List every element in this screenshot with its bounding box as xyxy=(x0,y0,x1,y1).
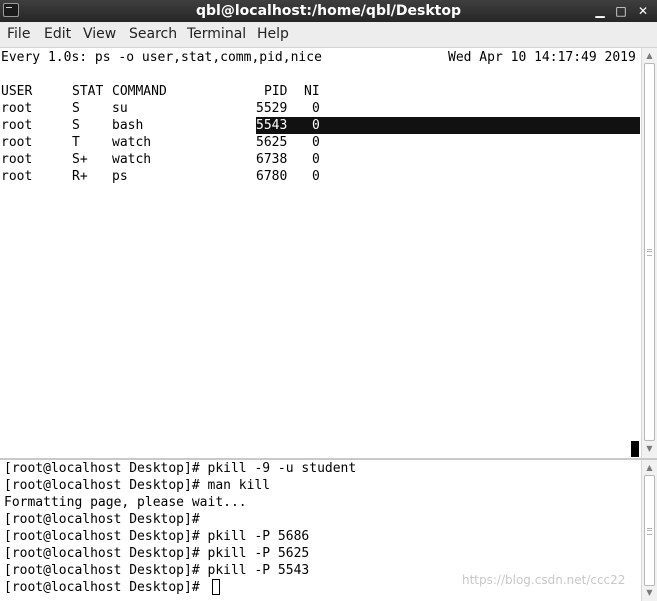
process-user: root xyxy=(1,101,33,116)
process-command: ps xyxy=(112,169,128,184)
scroll-down-arrow-icon[interactable]: ▼ xyxy=(644,587,655,599)
terminal-cursor xyxy=(631,441,639,457)
terminal-line: [root@localhost Desktop]# man kill xyxy=(4,478,271,493)
window-title: qbl@localhost:/home/qbl/Desktop xyxy=(196,3,461,19)
terminal-line: [root@localhost Desktop]# pkill -P 5543 xyxy=(4,563,310,578)
process-stat: T xyxy=(72,135,80,150)
menu-help[interactable]: Help xyxy=(257,26,289,43)
process-ni: 0 xyxy=(312,135,320,150)
terminal-line: [root@localhost Desktop]# pkill -9 -u st… xyxy=(4,461,357,476)
process-user: root xyxy=(1,169,33,184)
grip-icon xyxy=(647,527,652,535)
menu-terminal[interactable]: Terminal xyxy=(187,26,246,43)
terminal-cursor xyxy=(212,579,220,595)
column-header-ni: NI xyxy=(304,84,320,99)
watch-header: Every 1.0s: ps -o user,stat,comm,pid,nic… xyxy=(1,50,322,65)
scrollbar-thumb[interactable] xyxy=(644,63,655,441)
process-ni: 0 xyxy=(312,101,320,116)
scrollbar-thumb[interactable] xyxy=(644,475,655,586)
close-button[interactable]: ✕ xyxy=(634,2,652,20)
process-ni: 0 xyxy=(312,118,320,133)
terminal-line: [root@localhost Desktop]# xyxy=(4,512,200,527)
watch-timestamp: Wed Apr 10 14:17:49 2019 xyxy=(448,50,636,65)
menu-search[interactable]: Search xyxy=(129,26,177,43)
process-stat: S xyxy=(72,118,80,133)
process-user: root xyxy=(1,118,33,133)
terminal-line: Formatting page, please wait... xyxy=(4,495,247,510)
menu-view[interactable]: View xyxy=(83,26,116,43)
terminal-window: qbl@localhost:/home/qbl/Desktop ▁ □ ✕ Fi… xyxy=(0,0,657,601)
process-pid: 6780 xyxy=(256,169,288,184)
menu-file[interactable]: File xyxy=(7,26,30,43)
scroll-up-arrow-icon[interactable]: ▲ xyxy=(644,462,655,474)
process-stat: S+ xyxy=(72,152,88,167)
process-pid: 5529 xyxy=(256,101,288,116)
process-pid: 5543 xyxy=(256,118,288,133)
process-user: root xyxy=(1,152,33,167)
bottom-vertical-scrollbar[interactable]: ▲ ▼ xyxy=(641,460,657,601)
process-ni: 0 xyxy=(312,169,320,184)
menu-bar: File Edit View Search Terminal Help xyxy=(0,22,657,48)
menu-edit[interactable]: Edit xyxy=(44,26,71,43)
process-stat: S xyxy=(72,101,80,116)
process-command: watch xyxy=(112,135,152,150)
process-pid: 5625 xyxy=(256,135,288,150)
selection-highlight: 5543 0 xyxy=(256,117,640,134)
process-command: bash xyxy=(112,118,144,133)
command-prompt[interactable]: [root@localhost Desktop]# xyxy=(4,579,208,596)
process-stat: R+ xyxy=(72,169,88,184)
watermark: https://blog.csdn.net/ccc22 xyxy=(462,573,626,587)
scroll-up-arrow-icon[interactable]: ▲ xyxy=(644,50,655,62)
process-pid: 6738 xyxy=(256,152,288,167)
column-header-user: USER xyxy=(1,84,33,99)
top-vertical-scrollbar[interactable]: ▲ ▼ xyxy=(641,48,657,458)
column-header-pid: PID xyxy=(264,84,288,99)
process-command: su xyxy=(112,101,128,116)
process-user: root xyxy=(1,135,33,150)
process-ni: 0 xyxy=(312,152,320,167)
process-command: watch xyxy=(112,152,152,167)
maximize-button[interactable]: □ xyxy=(612,2,630,20)
terminal-line: [root@localhost Desktop]# pkill -P 5625 xyxy=(4,546,310,561)
minimize-button[interactable]: ▁ xyxy=(591,2,609,20)
column-header-stat: STAT xyxy=(72,84,104,99)
column-header-command: COMMAND xyxy=(112,84,167,99)
top-terminal-pane[interactable]: Every 1.0s: ps -o user,stat,comm,pid,nic… xyxy=(0,48,641,458)
grip-icon xyxy=(647,249,652,256)
terminal-line: [root@localhost Desktop]# pkill -P 5686 xyxy=(4,529,310,544)
title-bar[interactable]: qbl@localhost:/home/qbl/Desktop ▁ □ ✕ xyxy=(0,0,657,22)
scroll-down-arrow-icon[interactable]: ▼ xyxy=(644,443,655,455)
